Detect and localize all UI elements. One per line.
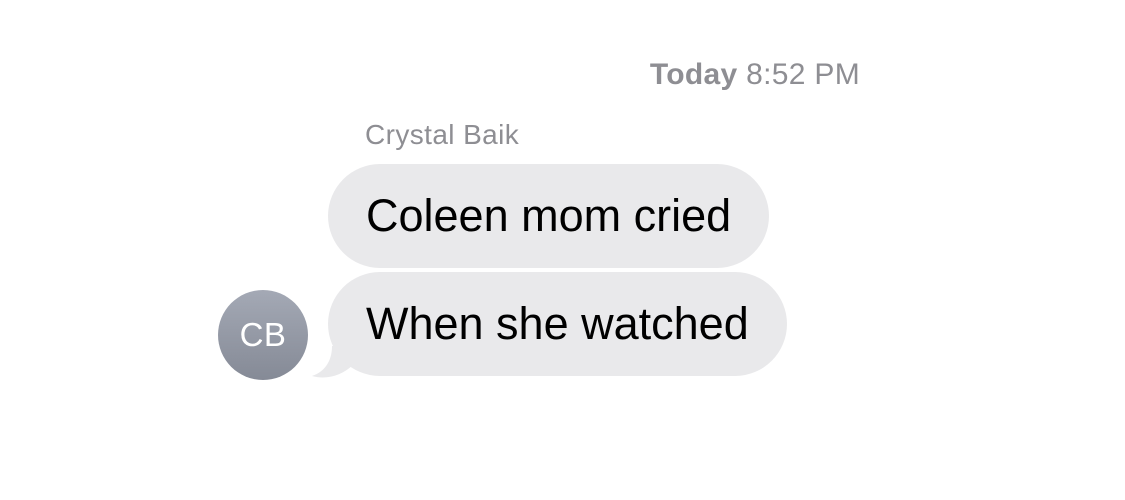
timestamp-time: 8:52 PM bbox=[746, 58, 860, 91]
message-bubble[interactable]: Coleen mom cried bbox=[328, 164, 770, 268]
avatar[interactable]: CB bbox=[218, 290, 308, 380]
message-timestamp: Today 8:52 PM bbox=[0, 58, 860, 92]
avatar-initials: CB bbox=[239, 316, 287, 353]
message-text: Coleen mom cried bbox=[366, 190, 732, 241]
sender-name: Crystal Baik bbox=[365, 119, 520, 150]
message-bubble[interactable]: When she watched bbox=[328, 272, 787, 376]
timestamp-day: Today bbox=[649, 58, 738, 91]
message-text: When she watched bbox=[366, 298, 749, 349]
